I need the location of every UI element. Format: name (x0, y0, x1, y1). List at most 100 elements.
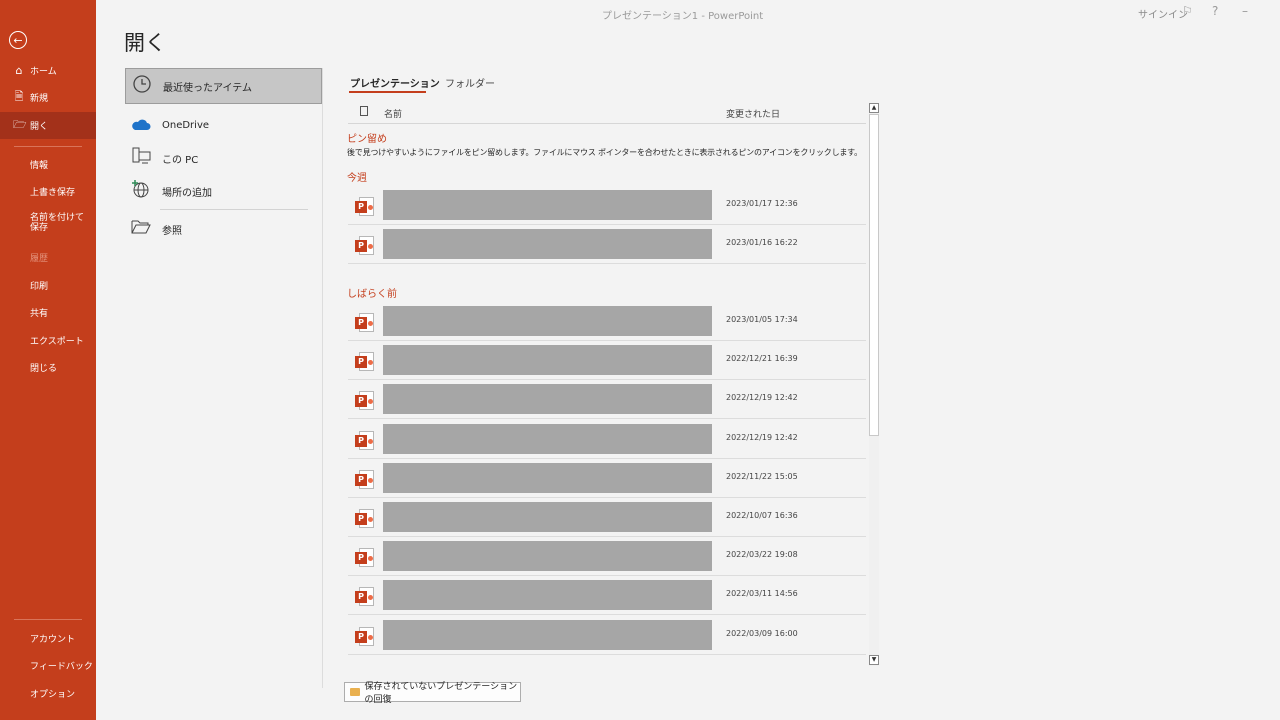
file-name-redacted[interactable] (383, 423, 712, 454)
tab-folders[interactable]: フォルダー (445, 75, 495, 90)
file-row[interactable]: P 2023/01/05 17:34 (348, 302, 866, 341)
column-modified-date[interactable]: 変更された日 (726, 107, 780, 120)
scroll-up-icon[interactable]: ▲ (869, 103, 879, 113)
cloud-icon (130, 116, 152, 135)
powerpoint-file-icon: P (355, 548, 374, 568)
nav-new[interactable]: 🗎 新規 (0, 84, 96, 111)
nav-new-label: 新規 (30, 94, 49, 104)
file-name-redacted[interactable] (383, 229, 712, 260)
location-divider (160, 209, 308, 210)
file-modified-date: 2023/01/16 16:22 (726, 238, 798, 248)
file-row[interactable]: P 2022/12/19 12:42 (348, 420, 866, 459)
open-folder-icon: 🗁 (13, 118, 27, 131)
file-modified-date: 2022/03/09 16:00 (726, 628, 798, 638)
nav-info-label: 情報 (30, 161, 49, 171)
title-bar: プレゼンテーション1 - PowerPoint サインイン ⚐ ? – (96, 0, 1280, 26)
help-icon[interactable]: ? (1212, 4, 1218, 18)
location-recent-label: 最近使ったアイテム (163, 82, 252, 94)
powerpoint-file-icon: P (355, 626, 374, 646)
file-row[interactable]: P 2023/01/17 12:36 (348, 186, 866, 225)
file-name-redacted[interactable] (383, 190, 712, 220)
nav-home[interactable]: ⌂ ホーム (0, 57, 96, 84)
file-modified-date: 2022/12/21 16:39 (726, 354, 798, 364)
recover-unsaved-button[interactable]: 保存されていないプレゼンテーションの回復 (344, 682, 521, 705)
file-row[interactable]: P 2023/01/16 16:22 (348, 225, 866, 265)
nav-save-label: 上書き保存 (30, 188, 76, 198)
nav-open[interactable]: 🗁 開く (0, 112, 96, 139)
file-modified-date: 2022/12/19 12:42 (726, 432, 798, 442)
file-row[interactable]: P 2022/03/22 19:08 (348, 537, 866, 577)
file-name-redacted[interactable] (383, 384, 712, 415)
powerpoint-file-icon: P (355, 313, 374, 332)
nav-share[interactable]: 共有 (0, 299, 96, 326)
location-onedrive-label: OneDrive (162, 119, 210, 131)
location-add-place[interactable]: 場所の追加 (125, 173, 322, 209)
file-row[interactable]: P 2022/12/19 12:42 (348, 380, 866, 420)
powerpoint-file-icon: P (355, 469, 374, 489)
coauthor-icon[interactable]: ⚐ (1182, 4, 1193, 18)
location-onedrive[interactable]: OneDrive (125, 107, 322, 143)
nav-feedback[interactable]: フィードバック (0, 652, 96, 679)
powerpoint-file-icon: P (355, 430, 374, 450)
file-row[interactable]: P 2022/12/21 16:39 (348, 341, 866, 381)
nav-close[interactable]: 閉じる (0, 354, 96, 381)
clock-icon (131, 74, 153, 98)
file-modified-date: 2022/12/19 12:42 (726, 393, 798, 403)
backstage-sidebar: ← ⌂ ホーム 🗎 新規 🗁 開く 情報 上書き保存 名前を付けて保存 履歴 印… (0, 0, 96, 720)
file-name-redacted[interactable] (383, 541, 712, 572)
nav-options-label: オプション (30, 690, 76, 700)
powerpoint-file-icon: P (355, 197, 374, 216)
nav-close-label: 閉じる (30, 364, 58, 374)
file-row[interactable]: P 2022/10/07 16:36 (348, 498, 866, 537)
file-name-redacted[interactable] (383, 580, 712, 611)
nav-save-as[interactable]: 名前を付けて保存 (0, 210, 96, 240)
powerpoint-file-icon: P (355, 509, 374, 528)
nav-home-label: ホーム (30, 67, 57, 77)
minimize-icon[interactable]: – (1242, 4, 1248, 18)
nav-share-label: 共有 (30, 309, 49, 319)
column-name[interactable]: 名前 (384, 107, 402, 120)
nav-account[interactable]: アカウント (0, 625, 96, 652)
panel-divider (322, 68, 323, 688)
nav-divider (14, 619, 82, 620)
tab-presentations[interactable]: プレゼンテーション (350, 75, 440, 90)
location-this-pc-label: この PC (162, 154, 199, 166)
location-browse-label: 参照 (162, 225, 182, 237)
sign-in-link[interactable]: サインイン (1138, 6, 1188, 21)
scroll-down-icon[interactable]: ▼ (869, 655, 879, 665)
powerpoint-file-icon: P (355, 587, 374, 607)
folder-icon (130, 219, 152, 239)
page-title: 開く (124, 31, 166, 55)
pinned-description: 後で見つけやすいようにファイルをピン留めします。ファイルにマウス ポインターを合… (347, 148, 862, 157)
scroll-thumb[interactable] (869, 114, 879, 436)
nav-info[interactable]: 情報 (0, 151, 96, 178)
file-name-redacted[interactable] (383, 619, 712, 650)
older-section-label: しばらく前 (347, 289, 397, 300)
location-this-pc[interactable]: この PC (125, 140, 322, 176)
nav-feedback-label: フィードバック (30, 662, 93, 672)
globe-add-icon (130, 179, 152, 203)
back-arrow-icon[interactable]: ← (9, 31, 27, 49)
file-name-redacted[interactable] (383, 306, 712, 336)
file-name-redacted[interactable] (383, 462, 712, 493)
nav-options[interactable]: オプション (0, 680, 96, 707)
nav-export[interactable]: エクスポート (0, 327, 96, 354)
nav-account-label: アカウント (30, 635, 76, 645)
file-name-redacted[interactable] (383, 345, 712, 376)
powerpoint-file-icon: P (355, 391, 374, 411)
location-browse[interactable]: 参照 (125, 211, 322, 247)
active-tab-indicator (349, 91, 426, 93)
file-list-scrollbar[interactable]: ▲ ▼ (869, 103, 879, 666)
powerpoint-file-icon: P (355, 236, 374, 256)
file-row[interactable]: P 2022/11/22 15:05 (348, 459, 866, 498)
nav-history-label: 履歴 (30, 254, 49, 264)
pinned-section-label: ピン留め (347, 134, 387, 145)
file-name-redacted[interactable] (383, 502, 712, 532)
file-modified-date: 2022/10/07 16:36 (726, 511, 798, 520)
nav-print-label: 印刷 (30, 282, 49, 292)
location-recent[interactable]: 最近使ったアイテム (125, 68, 322, 104)
file-row[interactable]: P 2022/03/09 16:00 (348, 616, 866, 655)
nav-print[interactable]: 印刷 (0, 272, 96, 299)
nav-save[interactable]: 上書き保存 (0, 178, 96, 205)
file-row[interactable]: P 2022/03/11 14:56 (348, 576, 866, 616)
